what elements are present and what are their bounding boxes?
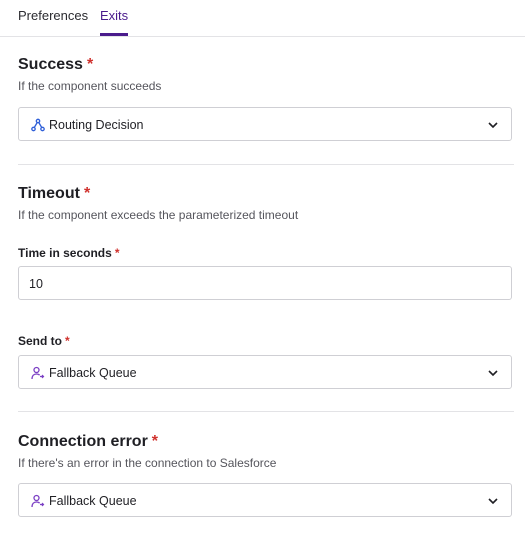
success-description: If the component succeeds: [18, 79, 162, 93]
fallback-queue-icon: [31, 494, 45, 508]
routing-decision-icon: [31, 118, 45, 132]
required-indicator: *: [114, 246, 120, 260]
connection-error-description: If there's an error in the connection to…: [18, 456, 277, 470]
success-selected-value: Routing Decision: [49, 118, 144, 132]
connection-error-selected-value: Fallback Queue: [49, 494, 137, 508]
chevron-down-icon: [488, 498, 498, 505]
send-to-select[interactable]: Fallback Queue: [18, 355, 512, 389]
tab-bar: Preferences Exits: [0, 0, 525, 37]
time-in-seconds-label: Time in seconds *: [18, 246, 119, 260]
section-divider: [18, 411, 514, 412]
section-divider: [18, 164, 514, 165]
required-indicator: *: [86, 56, 94, 73]
timeout-heading: Timeout *: [18, 185, 90, 203]
chevron-down-icon: [488, 370, 498, 377]
connection-error-exit-select[interactable]: Fallback Queue: [18, 483, 512, 517]
time-in-seconds-input[interactable]: 10: [18, 266, 512, 300]
required-indicator: *: [65, 334, 70, 348]
chevron-down-icon: [488, 122, 498, 129]
connection-error-heading: Connection error *: [18, 433, 158, 451]
success-heading: Success *: [18, 56, 93, 74]
connection-error-title: Connection error: [18, 433, 148, 450]
active-tab-indicator: [100, 33, 128, 36]
send-to-label: Send to *: [18, 334, 70, 348]
required-indicator: *: [83, 185, 91, 202]
send-to-selected-value: Fallback Queue: [49, 366, 137, 380]
fallback-queue-icon: [31, 366, 45, 380]
timeout-title: Timeout: [18, 185, 80, 202]
success-exit-select[interactable]: Routing Decision: [18, 107, 512, 141]
time-in-seconds-value: 10: [29, 277, 43, 291]
tab-exits[interactable]: Exits: [100, 8, 128, 24]
send-to-label-text: Send to: [18, 334, 62, 348]
success-title: Success: [18, 56, 83, 73]
tab-preferences[interactable]: Preferences: [18, 8, 88, 24]
timeout-description: If the component exceeds the parameteriz…: [18, 208, 299, 222]
required-indicator: *: [151, 433, 159, 450]
time-in-seconds-label-text: Time in seconds: [18, 246, 112, 260]
